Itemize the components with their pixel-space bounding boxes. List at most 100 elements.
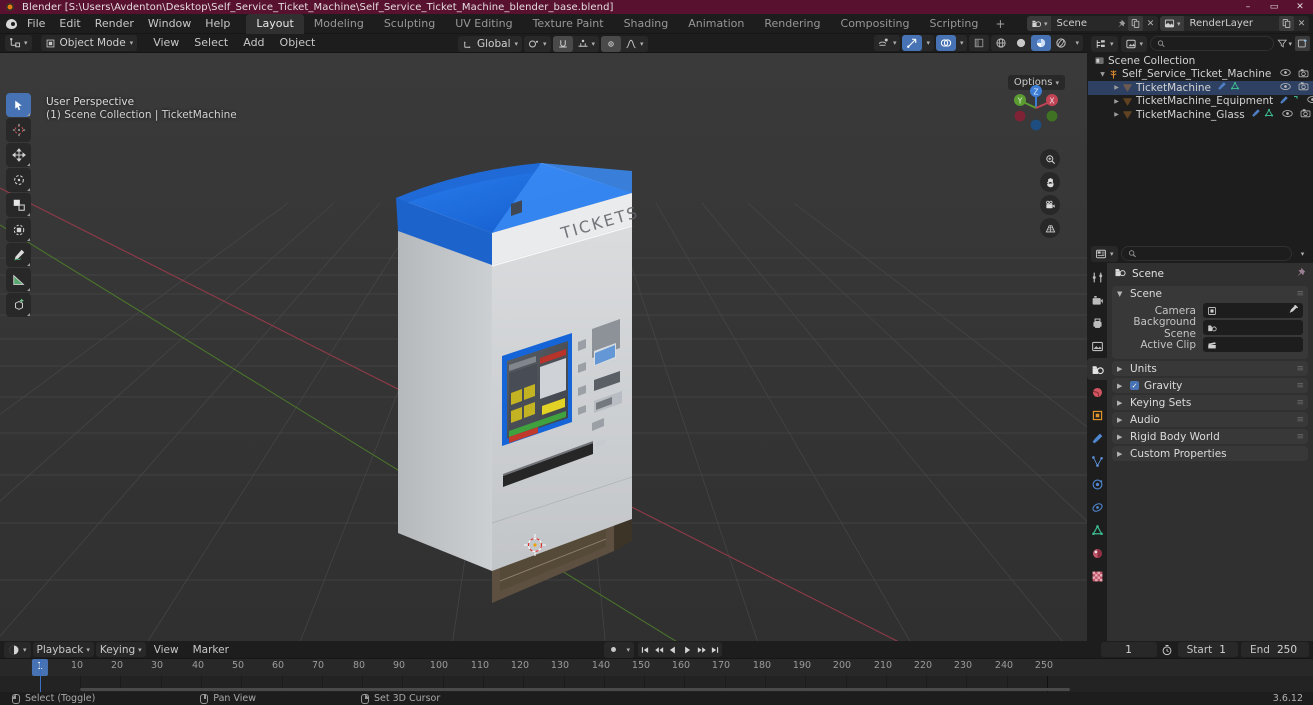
tab-rendering[interactable]: Rendering — [754, 14, 830, 34]
move-tool[interactable] — [6, 143, 31, 167]
scene-browse-icon[interactable]: ▾ — [1026, 16, 1051, 31]
falloff-curve-icon[interactable]: ▾ — [621, 36, 648, 52]
zoom-icon[interactable] — [1040, 149, 1060, 169]
gizmo-selector[interactable]: ▾ — [902, 35, 934, 51]
pivot-point-selector[interactable]: ▾ — [524, 36, 551, 52]
xray-toggle-group[interactable] — [969, 35, 990, 51]
panel-units-header[interactable]: ▶ Units ≡ — [1112, 361, 1308, 376]
interaction-mode-label[interactable]: Object Mode — [60, 37, 126, 49]
expand-triangle-icon[interactable]: ▶ — [1112, 98, 1121, 105]
timeline-editor-type[interactable]: ▾ — [4, 641, 31, 658]
blender-logo-icon[interactable] — [4, 16, 20, 32]
snap-toggle-icon[interactable] — [552, 36, 573, 52]
interaction-mode-selector[interactable]: Object Mode ▾ — [40, 35, 138, 51]
disable-in-renders-icon[interactable] — [1298, 81, 1309, 94]
properties-editor-type[interactable]: ▾ — [1091, 245, 1118, 262]
orientation-caret-icon[interactable]: ▾ — [511, 36, 523, 52]
cursor-tool[interactable] — [6, 118, 31, 142]
outliner-label-equipment[interactable]: TicketMachine_Equipment — [1136, 95, 1273, 107]
pin-scene-icon[interactable] — [1113, 16, 1128, 31]
overlays-selector[interactable]: ▾ — [935, 35, 968, 51]
frame-end-field[interactable]: End 250 — [1240, 642, 1309, 657]
measure-tool[interactable] — [6, 268, 31, 292]
xray-toggle-icon[interactable] — [969, 35, 989, 51]
gizmo-caret-icon[interactable]: ▾ — [922, 35, 934, 51]
camera-field[interactable] — [1203, 303, 1303, 318]
tab-uv-editing[interactable]: UV Editing — [445, 14, 522, 34]
timeline-menu-marker[interactable]: Marker — [187, 644, 235, 656]
outliner-row-collection[interactable]: ▼ Self_Service_Ticket_Machine — [1088, 68, 1313, 82]
remove-scene-icon[interactable]: ✕ — [1143, 16, 1158, 31]
shading-rendered-icon[interactable] — [1051, 35, 1071, 51]
tool-tab[interactable] — [1090, 269, 1106, 285]
viewport-3d[interactable]: ▾ Object Mode ▾ View Select Add Object G… — [0, 34, 1087, 641]
particles-tab[interactable] — [1090, 453, 1106, 469]
hide-in-viewport-icon[interactable] — [1280, 82, 1291, 94]
mesh-data-icon[interactable] — [1264, 108, 1274, 121]
scene-selector[interactable]: ▾ Scene ✕ — [1026, 16, 1158, 31]
expand-triangle-icon[interactable]: ▶ — [1112, 111, 1121, 118]
tab-scripting[interactable]: Scripting — [919, 14, 988, 34]
properties-search-input[interactable] — [1139, 248, 1285, 259]
shading-mode-group[interactable]: ▾ — [991, 35, 1083, 51]
disable-in-renders-icon[interactable] — [1298, 68, 1309, 81]
menu-window[interactable]: Window — [141, 15, 198, 33]
viewport-menu-add[interactable]: Add — [236, 34, 271, 52]
shading-material-preview-icon[interactable] — [1031, 35, 1052, 51]
new-scene-icon[interactable] — [1128, 16, 1143, 31]
object-mode-icon[interactable] — [41, 35, 60, 51]
display-mode-icon[interactable]: ▾ — [1121, 36, 1148, 52]
hide-in-viewport-icon[interactable] — [1281, 109, 1293, 121]
add-workspace-button[interactable]: + — [988, 15, 1012, 33]
tab-animation[interactable]: Animation — [678, 14, 754, 34]
world-tab[interactable] — [1090, 384, 1106, 400]
hide-in-viewport-icon[interactable] — [1307, 95, 1313, 107]
outliner-search-box[interactable] — [1150, 36, 1274, 51]
panel-gravity-header[interactable]: ▶ ✓ Gravity ≡ — [1112, 378, 1308, 393]
tab-modeling[interactable]: Modeling — [304, 14, 374, 34]
previous-keyframe-button[interactable] — [652, 642, 666, 657]
eyedropper-icon[interactable] — [1289, 304, 1299, 317]
outliner-editor-type-icon[interactable]: ▾ — [1091, 36, 1118, 52]
background-scene-field[interactable] — [1203, 320, 1303, 335]
mode-caret-icon[interactable]: ▾ — [126, 35, 138, 51]
shading-caret-icon[interactable]: ▾ — [1071, 35, 1083, 51]
timeline-strip[interactable] — [0, 659, 1313, 692]
panel-rigid-body-world-header[interactable]: ▶ Rigid Body World ≡ — [1112, 429, 1308, 444]
maximize-button[interactable]: ▭ — [1261, 0, 1287, 14]
keying-menu[interactable]: Keying ▾ — [95, 642, 146, 657]
expand-triangle-icon[interactable]: ▶ — [1112, 84, 1121, 91]
end-frame-value[interactable]: 250 — [1277, 644, 1309, 656]
outliner-row-object-equipment[interactable]: ▶ TicketMachine_Equipment — [1088, 95, 1313, 109]
transform-tool[interactable] — [6, 218, 31, 242]
panel-keying-sets-header[interactable]: ▶ Keying Sets ≡ — [1112, 395, 1308, 410]
playback-menu[interactable]: Playback ▾ — [32, 642, 94, 657]
outliner-editor-type[interactable]: ▾ — [1091, 35, 1118, 52]
outliner-row-scene-collection[interactable]: Scene Collection — [1088, 54, 1313, 68]
current-frame-field[interactable]: 1 — [1100, 642, 1157, 657]
viewport-menu-select[interactable]: Select — [187, 34, 235, 52]
auto-keying-group[interactable]: ▾ — [603, 641, 635, 658]
play-reverse-button[interactable] — [666, 642, 680, 657]
transform-orientation-selector[interactable]: Global ▾ — [458, 36, 523, 52]
outliner-label-collection[interactable]: Self_Service_Ticket_Machine — [1122, 68, 1271, 80]
visibility-selector[interactable]: ▾ — [873, 35, 901, 51]
tab-sculpting[interactable]: Sculpting — [374, 14, 445, 34]
menu-file[interactable]: File — [20, 15, 52, 33]
hide-in-viewport-icon[interactable] — [1280, 68, 1291, 80]
frame-range-field[interactable]: Start 1 — [1177, 642, 1238, 657]
play-button[interactable] — [680, 642, 694, 657]
rotate-tool[interactable] — [6, 168, 31, 192]
properties-search-box[interactable] — [1120, 246, 1292, 261]
physics-tab[interactable] — [1090, 476, 1106, 492]
outliner-new-collection-icon[interactable] — [1295, 36, 1310, 51]
timeline-ruler[interactable]: ▶ 1 10 20 30 40 50 60 70 80 90 100 110 1… — [0, 659, 1313, 688]
shading-solid-icon[interactable] — [1011, 35, 1031, 51]
menu-edit[interactable]: Edit — [52, 15, 87, 33]
scale-tool[interactable] — [6, 193, 31, 217]
jump-to-end-button[interactable] — [708, 642, 722, 657]
tab-compositing[interactable]: Compositing — [831, 14, 920, 34]
editor-type-selector[interactable]: ▾ — [5, 35, 32, 51]
annotate-tool[interactable] — [6, 243, 31, 267]
view-layer-tab[interactable] — [1090, 338, 1106, 354]
